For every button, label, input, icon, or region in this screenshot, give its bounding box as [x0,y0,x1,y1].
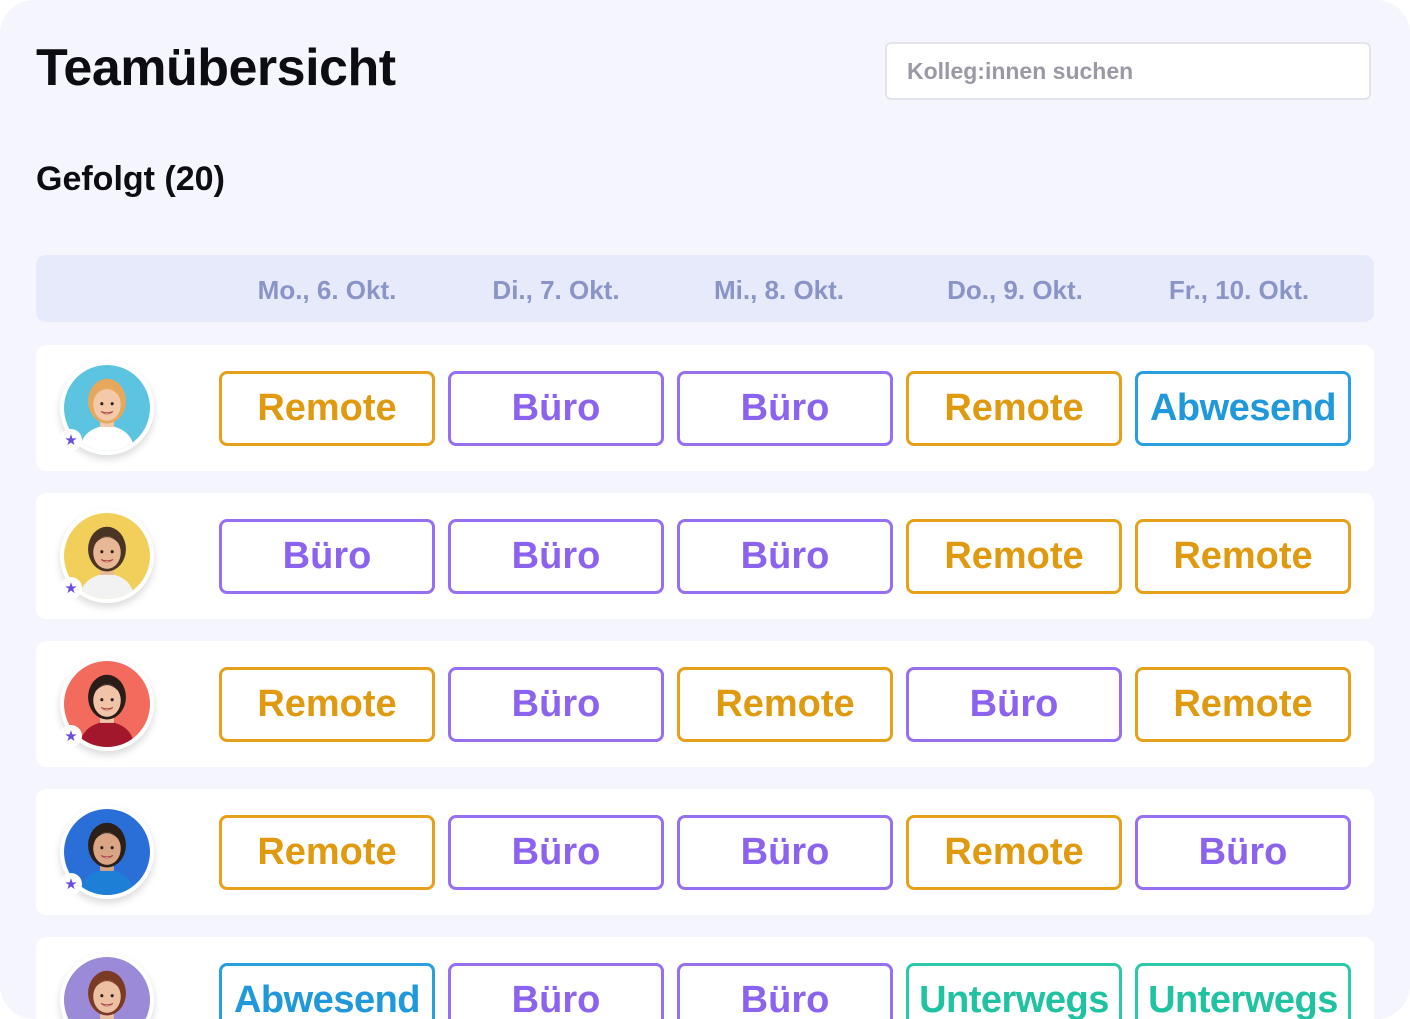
section-title-followed: Gefolgt (20) [36,160,225,198]
status-chip-fri[interactable]: Unterwegs [1135,963,1351,1019]
status-chip-tue[interactable]: Büro [448,963,664,1019]
star-icon[interactable]: ★ [60,873,82,895]
status-chip-wed[interactable]: Remote [677,667,893,742]
avatar[interactable] [60,953,154,1019]
avatar-wrapper: ★ [60,361,154,455]
search-input[interactable] [905,56,1351,86]
team-member-row: ★ Remote Büro Remote Büro Remote [36,641,1374,767]
status-chip-fri[interactable]: Remote [1135,667,1351,742]
star-icon[interactable]: ★ [60,577,82,599]
status-chip-tue[interactable]: Büro [448,667,664,742]
day-header-wed: Mi., 8. Okt. [713,275,845,305]
day-header-tue: Di., 7. Okt. [492,275,620,305]
day-header-thu: Do., 9. Okt. [947,275,1083,305]
status-chip-thu[interactable]: Remote [906,815,1122,890]
team-member-row: ★ Remote Büro Büro Remote Abwesend [36,345,1374,471]
status-chip-wed[interactable]: Büro [677,519,893,594]
team-member-row: ★AbwesendBüroBüroUnterwegsUnterwegs [36,937,1374,1019]
status-chip-thu[interactable]: Remote [906,519,1122,594]
status-chip-wed[interactable]: Büro [677,963,893,1019]
status-chip-tue[interactable]: Büro [448,519,664,594]
status-chip-mon[interactable]: Remote [219,667,435,742]
status-chip-thu[interactable]: Büro [906,667,1122,742]
star-icon[interactable]: ★ [60,429,82,451]
avatar-wrapper: ★ [60,657,154,751]
status-chip-wed[interactable]: Büro [677,371,893,446]
star-icon[interactable]: ★ [60,725,82,747]
day-header-mon: Mo., 6. Okt. [257,275,397,305]
team-overview-card: Teamübersicht Gefolgt (20) Mo., 6. Okt. … [0,0,1410,1019]
team-member-row: ★ Remote Büro Büro Remote Büro [36,789,1374,915]
search-box[interactable] [885,42,1371,100]
status-chip-mon[interactable]: Remote [219,815,435,890]
status-chip-thu[interactable]: Remote [906,371,1122,446]
day-header-row: Mo., 6. Okt. Di., 7. Okt. Mi., 8. Okt. D… [36,255,1374,322]
status-chip-thu[interactable]: Unterwegs [906,963,1122,1019]
page-title: Teamübersicht [36,39,396,97]
status-chip-mon[interactable]: Büro [219,519,435,594]
status-chip-fri[interactable]: Büro [1135,815,1351,890]
status-chip-fri[interactable]: Abwesend [1135,371,1351,446]
status-chip-fri[interactable]: Remote [1135,519,1351,594]
day-header-fri: Fr., 10. Okt. [1168,275,1310,305]
status-chip-tue[interactable]: Büro [448,371,664,446]
avatar-wrapper: ★ [60,805,154,899]
avatar-portrait-icon [64,957,150,1019]
team-member-row: ★ Büro Büro Büro Remote Remote [36,493,1374,619]
avatar-wrapper: ★ [60,509,154,603]
status-chip-tue[interactable]: Büro [448,815,664,890]
status-chip-mon[interactable]: Remote [219,371,435,446]
avatar-wrapper: ★ [60,953,154,1019]
status-chip-wed[interactable]: Büro [677,815,893,890]
status-chip-mon[interactable]: Abwesend [219,963,435,1019]
